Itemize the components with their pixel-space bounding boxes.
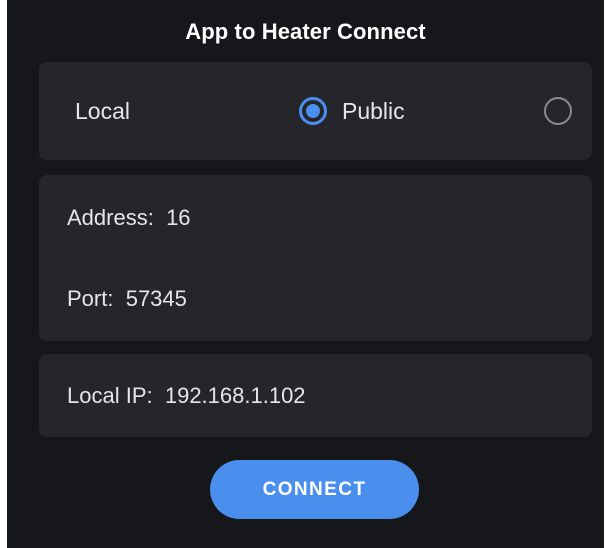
mode-option-local[interactable]: Local: [75, 62, 327, 160]
local-ip-card: Local IP: 192.168.1.102: [39, 354, 592, 437]
address-field: Address: 16: [67, 205, 191, 231]
local-ip-label: Local IP:: [67, 383, 153, 408]
connect-button[interactable]: CONNECT: [210, 460, 419, 519]
local-ip-field: Local IP: 192.168.1.102: [67, 383, 306, 409]
port-value: 57345: [125, 286, 187, 311]
mode-option-public[interactable]: Public: [342, 62, 572, 160]
page-title: App to Heater Connect: [185, 19, 426, 44]
app-screen: App to Heater Connect Local Public Addre…: [7, 0, 604, 548]
address-label: Address:: [67, 205, 154, 230]
radio-public[interactable]: [544, 97, 572, 125]
connection-mode-card: Local Public: [39, 62, 592, 160]
mode-label-local: Local: [75, 97, 130, 124]
local-ip-value: 192.168.1.102: [164, 383, 306, 408]
radio-local[interactable]: [299, 97, 327, 125]
port-field: Port: 57345: [67, 286, 187, 312]
mode-label-public: Public: [342, 97, 405, 124]
address-value: 16: [166, 205, 191, 230]
port-label: Port:: [67, 286, 114, 311]
address-port-card: Address: 16 Port: 57345: [39, 175, 592, 341]
